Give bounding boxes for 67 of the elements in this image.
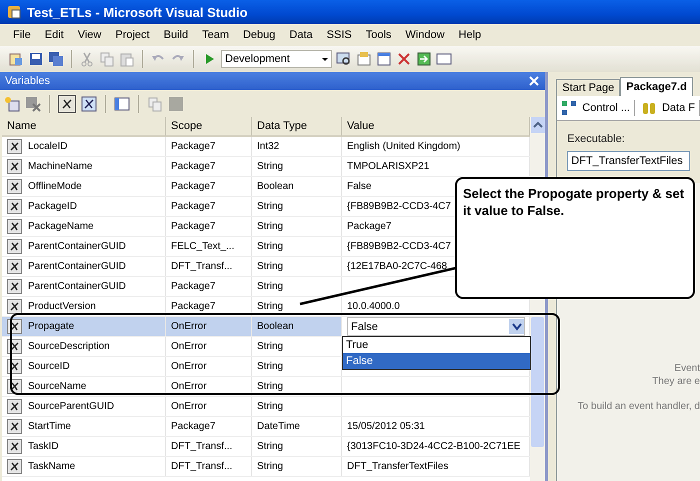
variable-name: SourceID	[28, 361, 70, 372]
variable-name: ParentContainerGUID	[28, 261, 126, 272]
variable-name: StartTime	[28, 421, 71, 432]
hint-text: They are e	[652, 376, 700, 387]
menu-item[interactable]: SSIS	[320, 29, 359, 41]
scroll-up-icon	[532, 121, 543, 129]
grid-options-icon[interactable]	[114, 96, 130, 112]
close-icon[interactable]	[528, 75, 540, 87]
import-icon[interactable]	[416, 51, 432, 67]
menu-item[interactable]: Edit	[38, 29, 71, 41]
variable-name: ProductVersion	[28, 301, 96, 312]
menu-item[interactable]: View	[70, 29, 108, 41]
variable-name: TaskID	[28, 441, 59, 452]
menu-item[interactable]: File	[6, 29, 38, 41]
chevron-icon	[512, 322, 522, 330]
variable-name: SourceDescription	[28, 341, 110, 352]
variable-name: LocaleID	[28, 141, 68, 152]
variable-name: ParentContainerGUID	[28, 281, 126, 292]
variable-name: SourceParentGUID	[28, 401, 114, 412]
menu-item[interactable]: Tools	[358, 29, 398, 41]
callout-text: Select the Propogate property & set it value to False.	[455, 177, 695, 299]
variable-name: OfflineMode	[28, 181, 82, 192]
search-window-icon[interactable]	[336, 51, 352, 67]
designer-tab[interactable]: Control ...	[561, 100, 635, 116]
cut-icon	[79, 51, 95, 67]
flow-icon	[561, 100, 578, 116]
value-dropdown[interactable]: False	[347, 317, 526, 336]
variable-name: TaskName	[28, 461, 76, 472]
menu-item[interactable]: Window	[398, 29, 452, 41]
executable-label: Executable:	[567, 133, 626, 145]
executable-field[interactable]: DFT_TransferTextFiles	[567, 151, 690, 171]
menu-item[interactable]: Build	[156, 29, 196, 41]
cylinders-icon	[640, 100, 657, 116]
menu-item[interactable]: Team	[195, 29, 236, 41]
copy-icon	[147, 96, 163, 112]
add-variable-icon[interactable]	[4, 96, 20, 112]
variable-name: ParentContainerGUID	[28, 241, 126, 252]
save-all-icon[interactable]	[48, 51, 64, 67]
configuration-dropdown[interactable]: Development	[221, 50, 332, 68]
menu-item[interactable]: Debug	[236, 29, 282, 41]
save-icon[interactable]	[28, 51, 44, 67]
variable-name: Propagate	[28, 321, 74, 332]
hint-text: To build an event handler, d	[578, 401, 700, 412]
paste-icon	[119, 51, 135, 67]
panel-title: Variables	[5, 75, 50, 87]
app-icon	[6, 4, 22, 20]
properties-icon[interactable]	[356, 51, 372, 67]
show-all-variables-icon[interactable]	[81, 96, 97, 112]
copy-icon	[99, 51, 115, 67]
document-tab[interactable]: Start Page	[556, 79, 620, 96]
delete-variable-icon	[25, 96, 41, 112]
variable-name: PackageID	[28, 201, 77, 212]
new-project-icon[interactable]	[8, 51, 24, 67]
designer-tab[interactable]: Data F	[640, 100, 700, 116]
variable-name: PackageName	[28, 221, 94, 232]
variable-name: SourceName	[28, 381, 86, 392]
menu-item[interactable]: Data	[282, 29, 320, 41]
selected-row[interactable]: Propagate OnError Boolean False	[2, 317, 530, 337]
window-icon[interactable]	[376, 51, 392, 67]
hint-text: Event	[674, 363, 700, 374]
variable-name: MachineName	[28, 161, 92, 172]
show-system-variables-icon[interactable]	[58, 94, 76, 112]
dropdown-option[interactable]: False	[343, 353, 530, 369]
menu-item[interactable]: Project	[108, 29, 157, 41]
menu-item[interactable]: Help	[452, 29, 488, 41]
document-tab[interactable]: Package7.d	[620, 77, 693, 96]
window-title: Test_ETLs - Microsoft Visual Studio	[27, 4, 248, 20]
